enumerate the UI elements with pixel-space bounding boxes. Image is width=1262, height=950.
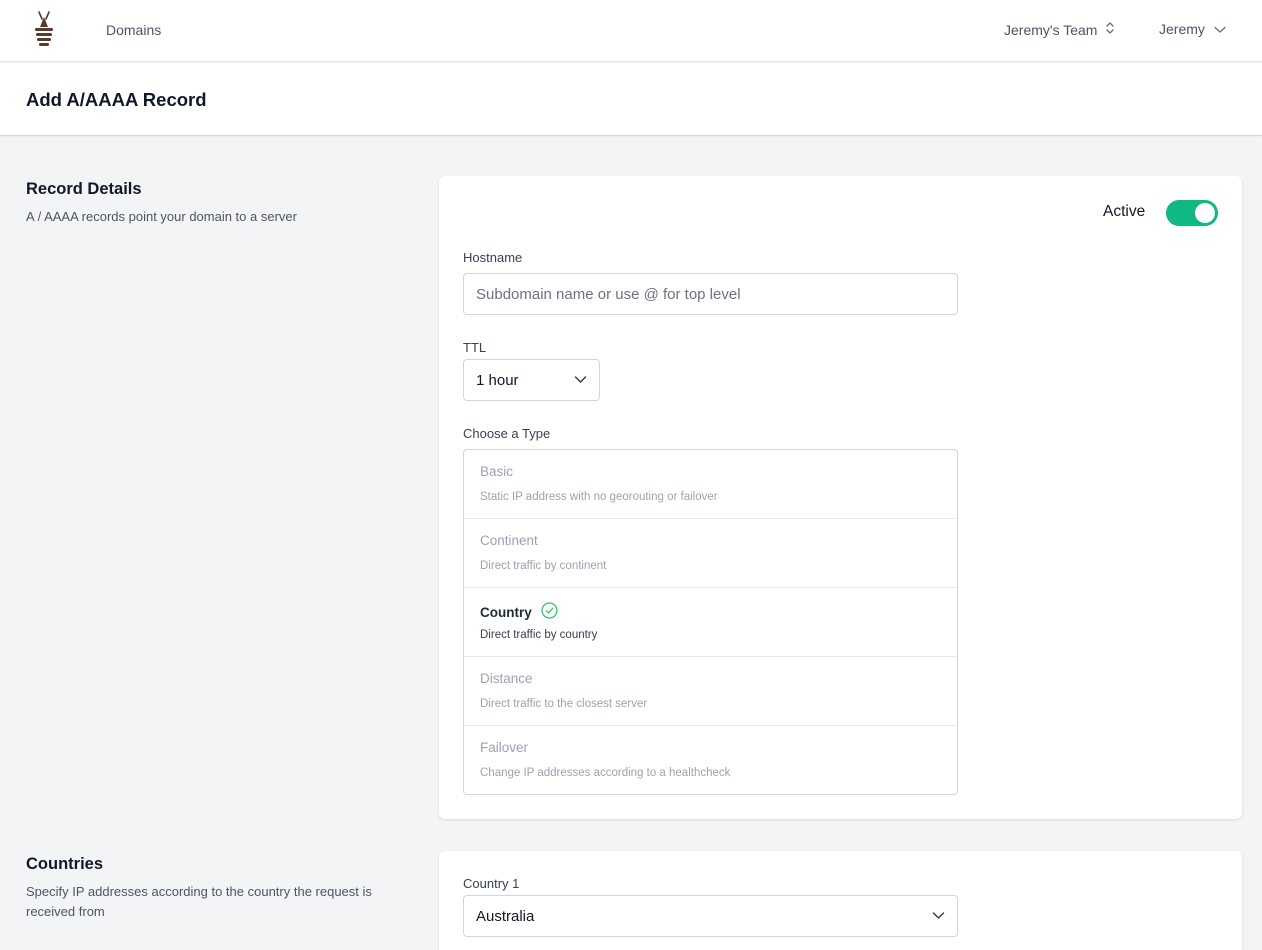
type-option-description: Static IP address with no georouting or … <box>480 491 718 503</box>
record-details-card: Active Hostname TTL 1 hour Choose a Type… <box>439 176 1242 819</box>
type-option-name: Distance <box>480 671 533 686</box>
user-menu-label: Jeremy <box>1159 21 1205 37</box>
countries-title: Countries <box>26 855 104 873</box>
ttl-label: TTL <box>463 340 487 355</box>
type-option-name: Basic <box>480 464 514 479</box>
type-option-basic[interactable]: Basic Static IP address with no georouti… <box>464 450 957 519</box>
chevron-up-down-icon <box>1105 21 1115 38</box>
type-option-failover[interactable]: Failover Change IP addresses according t… <box>464 726 957 794</box>
record-details-title: Record Details <box>26 180 142 198</box>
chevron-down-icon <box>574 373 587 390</box>
countries-description: Specify IP addresses according to the co… <box>26 884 372 919</box>
type-radio-group: Basic Static IP address with no georouti… <box>463 449 958 795</box>
top-nav: Domains Jeremy's Team Jeremy <box>0 0 1262 62</box>
team-switcher[interactable]: Jeremy's Team <box>1004 21 1115 38</box>
chevron-down-icon <box>1214 21 1226 37</box>
country-1-label: Country 1 <box>463 876 520 891</box>
type-option-continent[interactable]: Continent Direct traffic by continent <box>464 519 957 588</box>
type-option-description: Direct traffic by continent <box>480 560 607 572</box>
active-toggle[interactable] <box>1166 200 1218 226</box>
check-circle-icon <box>541 602 558 622</box>
type-option-name: Country <box>480 602 558 622</box>
country-1-select[interactable]: Australia <box>463 895 958 937</box>
type-option-name: Failover <box>480 740 529 755</box>
type-option-country[interactable]: Country Direct traffic by country <box>464 588 957 657</box>
record-details-description: A / AAAA records point your domain to a … <box>26 209 297 224</box>
bee-logo-icon[interactable] <box>32 11 56 49</box>
page-title: Add A/AAAA Record <box>26 89 207 110</box>
page-header: Add A/AAAA Record <box>0 63 1262 136</box>
active-label: Active <box>1103 203 1146 220</box>
toggle-knob <box>1195 203 1215 223</box>
type-option-description: Direct traffic by country <box>480 629 598 641</box>
type-option-distance[interactable]: Distance Direct traffic to the closest s… <box>464 657 957 726</box>
chevron-down-icon <box>932 909 945 926</box>
team-switcher-label: Jeremy's Team <box>1004 21 1098 38</box>
type-option-description: Direct traffic to the closest server <box>480 698 648 710</box>
nav-domains-link[interactable]: Domains <box>106 22 161 38</box>
type-option-description: Change IP addresses according to a healt… <box>480 767 731 779</box>
hostname-input[interactable] <box>463 273 958 315</box>
type-label: Choose a Type <box>463 426 551 441</box>
ttl-select[interactable]: 1 hour <box>463 359 600 401</box>
type-option-name: Continent <box>480 533 538 548</box>
countries-card: Country 1 Australia <box>439 851 1242 950</box>
hostname-label: Hostname <box>463 250 523 265</box>
user-menu[interactable]: Jeremy <box>1159 21 1226 37</box>
ttl-value: 1 hour <box>476 371 519 389</box>
country-1-value: Australia <box>476 907 535 925</box>
